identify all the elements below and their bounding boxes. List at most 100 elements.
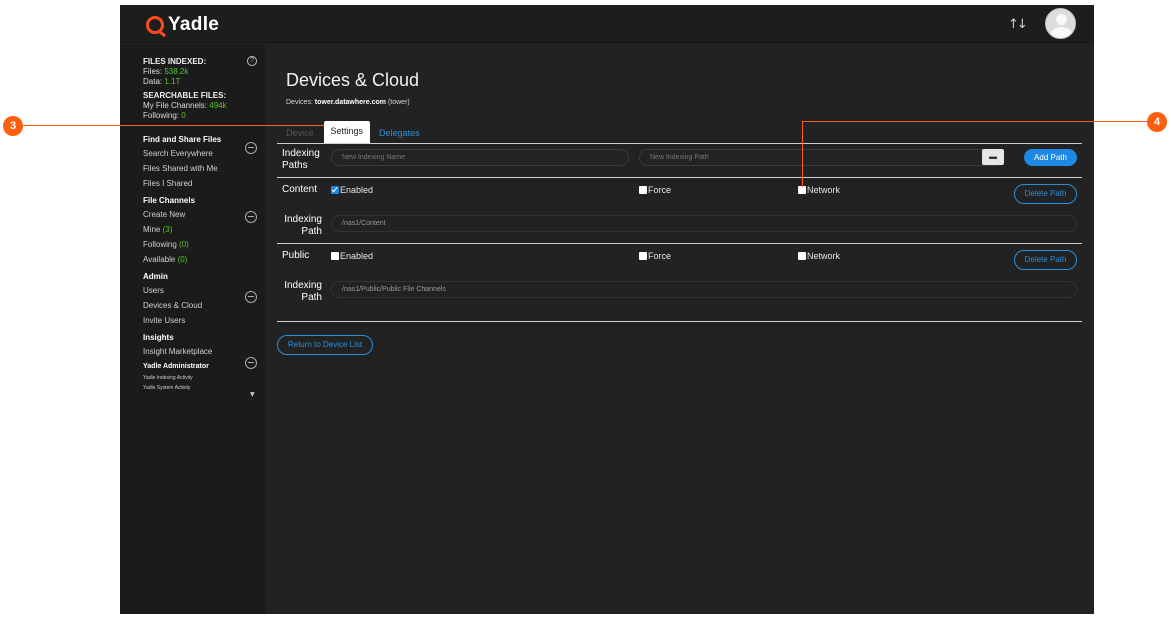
logo-text: Yadle [168, 14, 220, 35]
following-label: Following: [143, 111, 180, 120]
new-paths-label-line1: Indexing [282, 148, 320, 159]
collapse-insights-icon[interactable] [245, 357, 257, 369]
admin-title: Admin [143, 272, 168, 281]
collapse-find-icon[interactable] [245, 142, 257, 154]
sidebar-item-files-i-shared[interactable]: Files I Shared [143, 176, 265, 191]
sidebar-item-system-activity[interactable]: Yadle System Activity [143, 383, 265, 393]
content-force-checkbox[interactable]: Force [639, 185, 671, 195]
devices-label: Devices: [286, 99, 313, 106]
collapse-channels-icon[interactable] [245, 211, 257, 223]
chevron-down-icon[interactable]: ▼ [250, 391, 255, 398]
checkbox-icon [639, 252, 647, 260]
mine-count: (3) [162, 225, 173, 234]
file-channels-title: File Channels [143, 196, 196, 205]
tab-delegates[interactable]: Delegates [379, 121, 430, 144]
page-title: Devices & Cloud [286, 70, 420, 90]
top-bar: Yadle ↑↓ [120, 5, 1094, 43]
insights-title: Insights [143, 333, 174, 342]
collapse-admin-icon[interactable] [245, 291, 257, 303]
admin-section: Admin Users Devices & Cloud Invite Users [143, 271, 265, 328]
content-path-input[interactable]: /nas1/Content [331, 215, 1077, 232]
content-enabled-checkbox[interactable]: Enabled [331, 185, 373, 195]
device-host: tower.datawhere.com [314, 99, 386, 106]
sidebar: ? FILES INDEXED: Files: 538.2k Data: 1.1… [120, 44, 265, 614]
available-count: (0) [177, 255, 188, 264]
public-force-checkbox[interactable]: Force [639, 251, 671, 261]
sidebar-item-following[interactable]: Following (0) [143, 237, 265, 252]
sidebar-item-indexing-activity[interactable]: Yadle Indexing Activity [143, 373, 265, 383]
public-enabled-checkbox[interactable]: Enabled [331, 251, 373, 261]
return-to-device-list-button[interactable]: Return to Device List [277, 335, 373, 355]
checkbox-icon [798, 186, 806, 194]
avatar-body-icon [1050, 27, 1073, 38]
content-network-checkbox[interactable]: Network [798, 185, 840, 195]
following-count: Following: 0 [143, 111, 265, 121]
sidebar-item-insight-marketplace[interactable]: Insight Marketplace [143, 344, 265, 359]
find-share-section: Find and Share Files Search Everywhere F… [143, 134, 265, 191]
network-label: Network [807, 251, 841, 261]
available-label: Available [143, 255, 176, 264]
add-path-button[interactable]: Add Path [1024, 149, 1077, 166]
checkbox-icon [331, 252, 339, 260]
new-indexing-name-input[interactable]: New Indexing Name [331, 149, 629, 166]
logo-icon [146, 16, 164, 34]
callout-line-4 [802, 121, 1148, 122]
following-value: 0 [181, 111, 186, 120]
path-label-line2: Path [301, 226, 322, 237]
delete-path-button-content[interactable]: Delete Path [1014, 184, 1077, 204]
path-name-content: Content [282, 184, 318, 195]
file-channels-section: File Channels Create New Mine (3) Follow… [143, 195, 265, 267]
data-label: Data: [143, 77, 163, 86]
files-label: Files: [143, 67, 163, 76]
following-channel-label: Following [143, 240, 177, 249]
public-network-checkbox[interactable]: Network [798, 251, 840, 261]
device-info: Devices: tower.datawhere.com (tower) [286, 99, 410, 106]
data-value: 1.1T [164, 77, 181, 86]
network-label: Network [807, 185, 841, 195]
new-indexing-path-input[interactable]: New Indexing Path [639, 149, 1004, 166]
public-path-input[interactable]: /nas1/Public/Public File Channels [331, 281, 1077, 298]
sidebar-item-files-shared-with-me[interactable]: Files Shared with Me [143, 161, 265, 176]
path-label-line2: Path [301, 292, 322, 303]
main-content: Devices & Cloud Devices: tower.datawhere… [265, 44, 1094, 614]
yadle-logo[interactable]: Yadle [146, 14, 219, 36]
sidebar-item-mine[interactable]: Mine (3) [143, 222, 265, 237]
insights-section: Insights Insight Marketplace [143, 332, 265, 369]
checkbox-checked-icon [331, 186, 339, 194]
callout-badge-3: 3 [3, 116, 23, 136]
mine-label: Mine [143, 225, 161, 234]
tab-settings[interactable]: Settings [323, 121, 371, 143]
force-label: Force [648, 185, 672, 195]
app-window: Yadle ↑↓ ? FILES INDEXED: Files: 538.2k … [120, 5, 1094, 614]
sidebar-item-invite-users[interactable]: Invite Users [143, 313, 265, 328]
avatar-head-icon [1056, 14, 1067, 25]
new-paths-label-line2: Paths [282, 160, 308, 171]
sidebar-item-available[interactable]: Available (0) [143, 252, 265, 267]
force-label: Force [648, 251, 672, 261]
folder-browse-icon[interactable]: ▬ [982, 149, 1004, 165]
my-channels-count: My File Channels: 494k [143, 101, 265, 111]
callout-badge-4: 4 [1147, 112, 1167, 132]
sort-arrows-icon[interactable]: ↑↓ [1008, 17, 1028, 32]
divider [277, 321, 1082, 322]
callout-line-3 [22, 125, 324, 126]
public-path-label: Indexing Path [282, 280, 322, 304]
path-label-line1: Indexing [284, 280, 322, 291]
new-paths-label: Indexing Paths [282, 148, 320, 172]
divider [277, 143, 1082, 144]
divider [277, 177, 1082, 178]
data-size: Data: 1.1T [143, 77, 265, 87]
path-label-line1: Indexing [284, 214, 322, 225]
help-icon[interactable]: ? [247, 56, 257, 66]
avatar[interactable] [1045, 8, 1076, 39]
searchable-heading: SEARCHABLE FILES: [143, 91, 227, 100]
checkbox-icon [798, 252, 806, 260]
callout-line-4-vertical [802, 121, 803, 187]
device-name: (tower) [387, 99, 410, 106]
delete-path-button-public[interactable]: Delete Path [1014, 250, 1077, 270]
path-name-public: Public [282, 250, 310, 261]
checkbox-icon [639, 186, 647, 194]
enabled-label: Enabled [340, 251, 374, 261]
following-channel-count: (0) [179, 240, 189, 249]
files-count: Files: 538.2k [143, 67, 265, 77]
